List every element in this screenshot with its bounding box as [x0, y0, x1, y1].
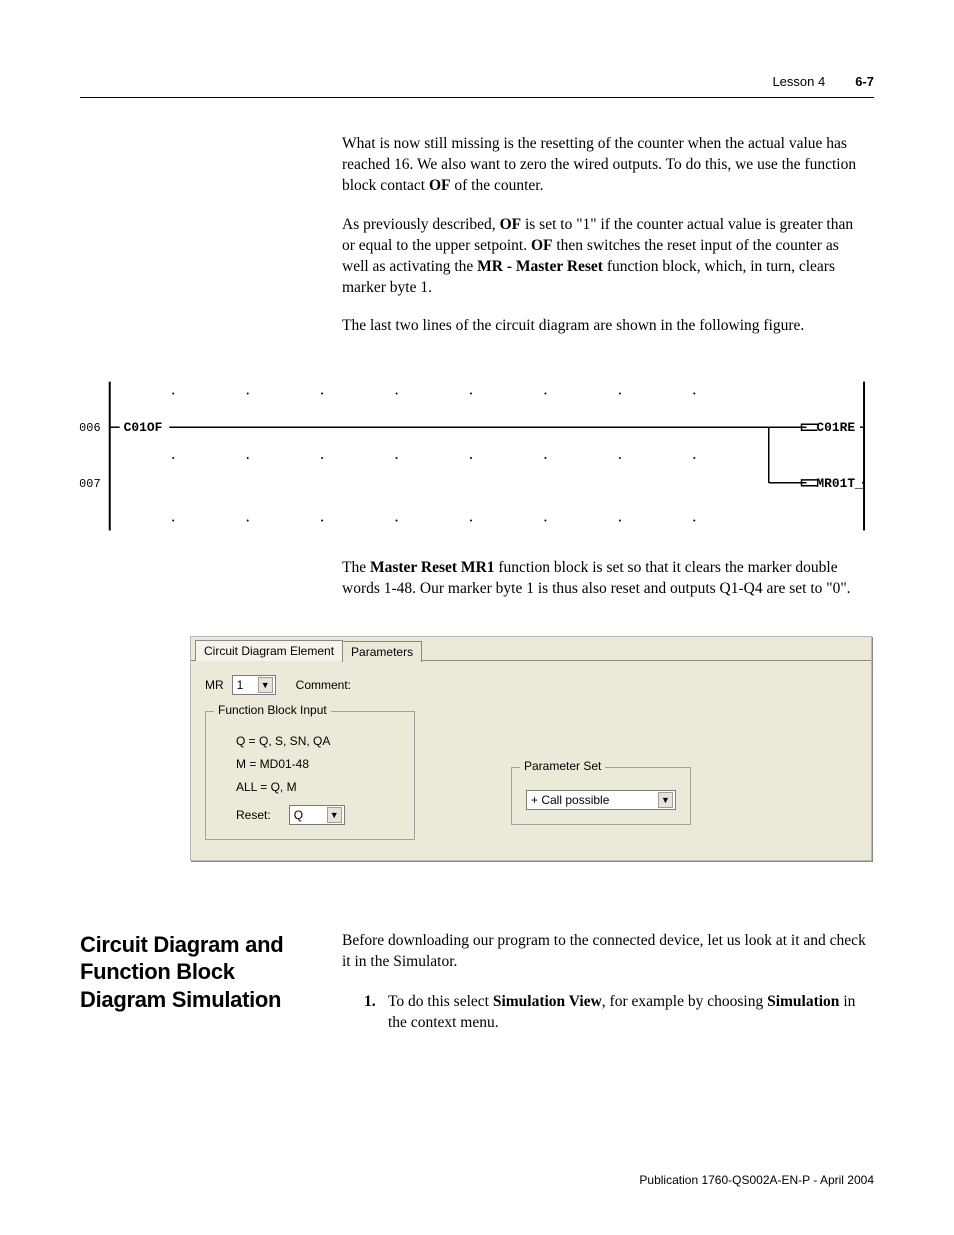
function-block-input-legend: Function Block Input: [214, 703, 331, 717]
chevron-down-icon: ▼: [258, 677, 273, 693]
step-text-a: To do this select: [388, 993, 493, 1010]
dialog-tabs: Circuit Diagram Element Parameters: [191, 637, 871, 661]
section-intro: Before downloading our program to the co…: [342, 931, 874, 973]
paragraph-3: The last two lines of the circuit diagra…: [342, 316, 862, 337]
ladder-row-006: 006: [79, 422, 100, 436]
fb-line-q: Q = Q, S, SN, QA: [236, 730, 400, 753]
ladder-c01re: C01RE: [816, 421, 855, 436]
p4-mr1: Master Reset MR1: [370, 559, 495, 576]
parameter-set-dropdown[interactable]: + Call possible ▼: [526, 790, 676, 810]
p1-text-a: What is now still missing is the resetti…: [342, 135, 856, 194]
mr-label: MR: [205, 678, 224, 692]
p2-text-a: As previously described,: [342, 216, 500, 233]
body-column-2: The Master Reset MR1 function block is s…: [342, 558, 862, 600]
fb-line-all: ALL = Q, M: [236, 776, 400, 799]
p2-mr: MR - Master Reset: [477, 258, 603, 275]
paragraph-2: As previously described, OF is set to "1…: [342, 215, 862, 299]
comment-label: Comment:: [296, 678, 351, 692]
section-heading: Circuit Diagram and Function Block Diagr…: [80, 931, 314, 1035]
parameter-set-value: + Call possible: [531, 793, 609, 807]
p4-text-a: The: [342, 559, 370, 576]
parameter-set-legend: Parameter Set: [520, 759, 605, 773]
header-lesson: Lesson 4: [772, 74, 825, 89]
p1-text-b: of the counter.: [450, 177, 543, 194]
page-header: Lesson 4 6-7: [80, 74, 874, 98]
mr-number-dropdown[interactable]: 1 ▼: [232, 675, 276, 695]
step-text-b: , for example by choosing: [602, 993, 767, 1010]
chevron-down-icon: ▼: [327, 807, 342, 823]
step-number: 1.: [364, 992, 388, 1034]
ladder-c01of: C01OF: [124, 421, 163, 436]
body-column: What is now still missing is the resetti…: [342, 134, 862, 337]
tab-parameters[interactable]: Parameters: [342, 641, 422, 662]
dialog-screenshot: Circuit Diagram Element Parameters MR 1 …: [190, 636, 872, 860]
mr-number-value: 1: [237, 678, 244, 692]
ladder-grid-dots: [172, 393, 695, 522]
paragraph-1: What is now still missing is the resetti…: [342, 134, 862, 197]
parameter-set-fieldset: Parameter Set + Call possible ▼: [511, 767, 691, 825]
tab-circuit-diagram-element[interactable]: Circuit Diagram Element: [195, 640, 343, 661]
step-simulation-view: Simulation View: [493, 993, 602, 1010]
step-1: 1. To do this select Simulation View, fo…: [364, 992, 874, 1034]
reset-value: Q: [294, 808, 303, 822]
p2-of2: OF: [531, 237, 553, 254]
section-body: Before downloading our program to the co…: [342, 931, 874, 1035]
ladder-row-007: 007: [79, 477, 100, 491]
fb-line-m: M = MD01-48: [236, 753, 400, 776]
paragraph-4: The Master Reset MR1 function block is s…: [342, 558, 862, 600]
mr-selector-row: MR 1 ▼ Comment:: [205, 675, 857, 695]
ladder-diagram: 006 007 C01OF C01RE MR01T_: [74, 381, 868, 531]
p1-of: OF: [429, 177, 451, 194]
ladder-mr01t: MR01T_: [816, 476, 863, 491]
header-page-number: 6-7: [855, 74, 874, 89]
chevron-down-icon: ▼: [658, 792, 673, 808]
p2-of1: OF: [500, 216, 522, 233]
reset-label: Reset:: [236, 808, 271, 822]
footer-publication: Publication 1760-QS002A-EN-P - April 200…: [639, 1173, 874, 1187]
reset-dropdown[interactable]: Q ▼: [289, 805, 345, 825]
function-block-input-fieldset: Function Block Input Q = Q, S, SN, QA M …: [205, 711, 415, 839]
step-simulation: Simulation: [767, 993, 839, 1010]
